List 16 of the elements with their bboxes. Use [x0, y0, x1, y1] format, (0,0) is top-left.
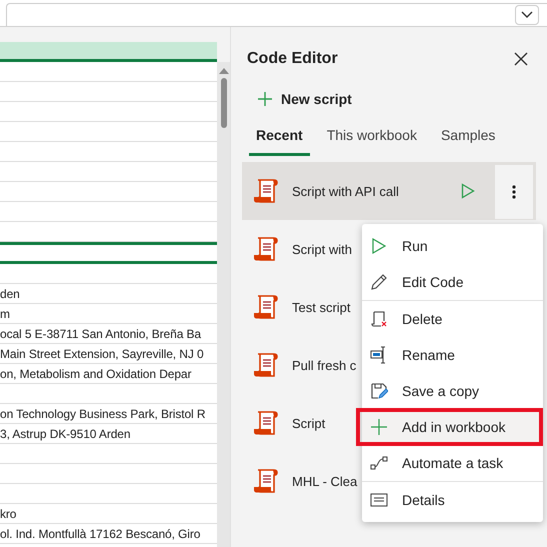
table-cell: kro: [0, 506, 16, 520]
table-cell: m: [0, 306, 10, 320]
script-name: Test script: [292, 300, 351, 314]
table-cell: on, Metabolism and Oxidation Depar: [0, 366, 192, 380]
script-name: Script: [292, 416, 326, 430]
table-cell: Main Street Extension, Sayreville, NJ 0: [0, 346, 204, 360]
script-name: Script with API call: [292, 184, 399, 198]
script-name: Script with: [292, 242, 352, 256]
table-cell: den: [0, 286, 20, 300]
table-cell: 3, Astrup DK-9510 Arden: [0, 426, 130, 440]
script-name: MHL - Clea: [292, 474, 358, 488]
table-cell: ol. Ind. Montfullà 17162 Bescanó, Giro: [0, 526, 200, 540]
panel-title: Code Editor: [247, 50, 338, 68]
table-cell: ocal 5 E-38711 San Antonio, Breña Ba: [0, 326, 201, 340]
table-cell: on Technology Business Park, Bristol R: [0, 406, 206, 420]
script-name: Pull fresh c: [292, 358, 356, 372]
